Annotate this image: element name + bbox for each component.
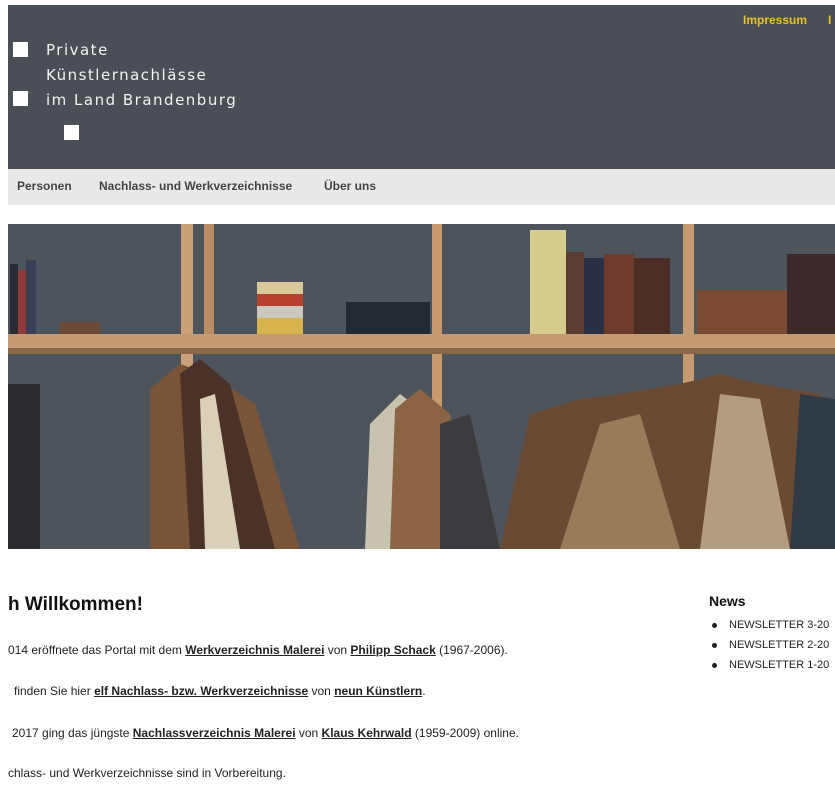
link-neun-kuenstlern[interactable]: neun Künstlern — [334, 684, 422, 698]
intro-paragraph-1: 014 eröffnete das Portal mit dem Werkver… — [8, 643, 508, 657]
logo-square-icon — [13, 42, 28, 57]
bullet-icon — [712, 623, 717, 628]
logo-square-icon — [13, 91, 28, 106]
nav-item-verzeichnisse[interactable]: Nachlass- und Werkverzeichnisse — [99, 179, 292, 193]
site-header: Impressum I Private Künstlernachlässe im… — [0, 0, 835, 169]
logo-square-icon — [64, 125, 79, 140]
news-heading: News — [709, 593, 746, 609]
left-margin — [0, 0, 8, 787]
header-top-line — [0, 0, 835, 5]
logo-line-1[interactable]: Private — [46, 41, 109, 59]
logo-line-2[interactable]: Künstlernachlässe — [46, 66, 207, 84]
link-werkverzeichnis-malerei[interactable]: Werkverzeichnis Malerei — [185, 643, 324, 657]
intro-paragraph-3: 2017 ging das jüngste Nachlassverzeichni… — [12, 726, 519, 740]
intro-paragraph-2: finden Sie hier elf Nachlass- bzw. Werkv… — [14, 684, 426, 698]
logo-line-3[interactable]: im Land Brandenburg — [46, 91, 237, 109]
news-list: NEWSLETTER 3-20 NEWSLETTER 2-20 NEWSLETT… — [711, 619, 829, 679]
link-nachlassverzeichnis-malerei[interactable]: Nachlassverzeichnis Malerei — [133, 726, 296, 740]
link-philipp-schack[interactable]: Philipp Schack — [350, 643, 435, 657]
hero-image — [0, 224, 835, 549]
cut-off-nav-link[interactable]: I — [828, 13, 831, 27]
news-item[interactable]: NEWSLETTER 1-20 — [711, 659, 829, 679]
impressum-link[interactable]: Impressum — [743, 13, 807, 27]
intro-paragraph-4: chlass- und Werkverzeichnisse sind in Vo… — [8, 766, 286, 780]
main-navigation: Personen Nachlass- und Werkverzeichnisse… — [0, 169, 835, 205]
news-item[interactable]: NEWSLETTER 3-20 — [711, 619, 829, 639]
bookshelf-illustration — [0, 224, 835, 549]
link-elf-verzeichnisse[interactable]: elf Nachlass- bzw. Werkverzeichnisse — [94, 684, 308, 698]
bullet-icon — [712, 643, 717, 648]
page-title: h Willkommen! — [8, 594, 143, 615]
bullet-icon — [712, 663, 717, 668]
nav-item-ueber-uns[interactable]: Über uns — [324, 179, 376, 193]
nav-item-personen[interactable]: Personen — [17, 179, 72, 193]
news-item[interactable]: NEWSLETTER 2-20 — [711, 639, 829, 659]
link-klaus-kehrwald[interactable]: Klaus Kehrwald — [322, 726, 412, 740]
